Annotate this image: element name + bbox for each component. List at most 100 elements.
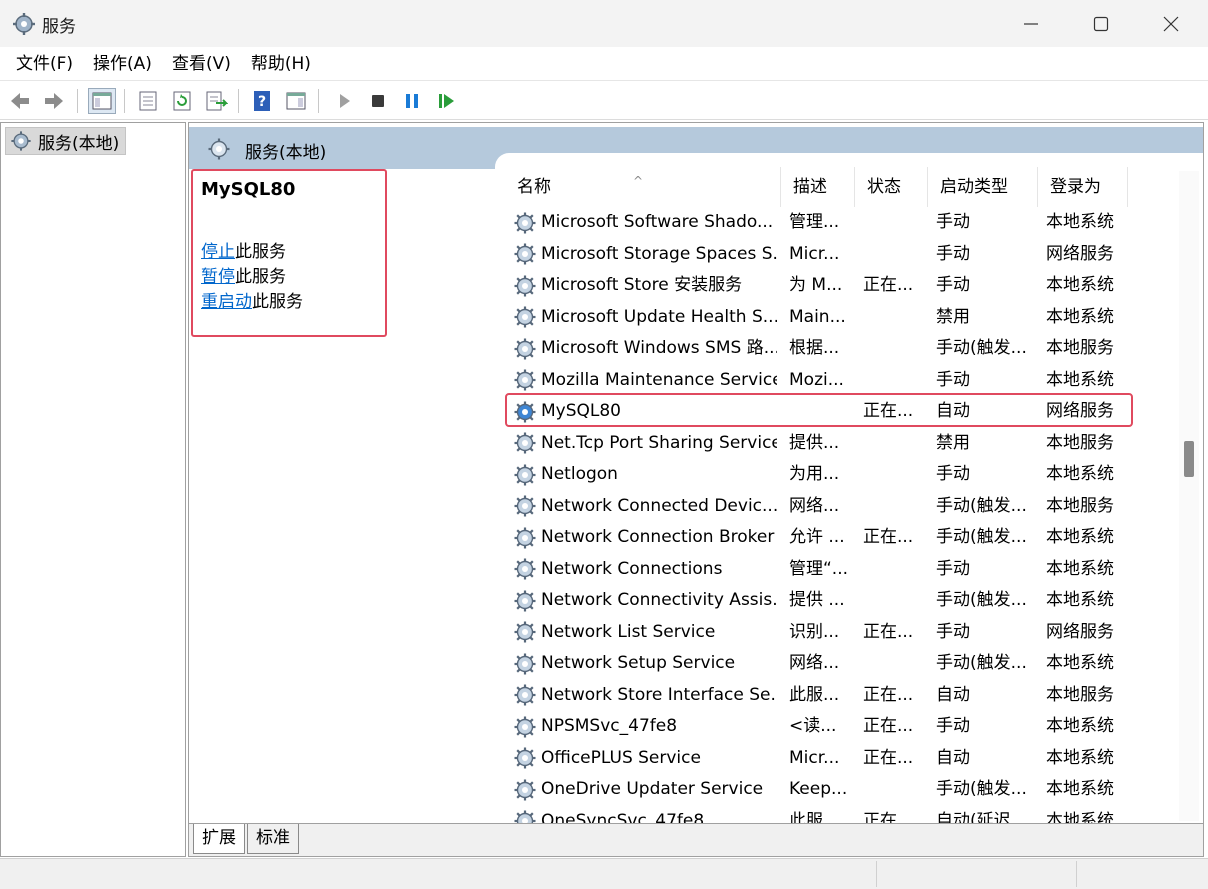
menu-file[interactable]: 文件(F)	[6, 49, 83, 79]
maximize-button[interactable]	[1066, 0, 1136, 47]
service-status: 正在...	[863, 401, 914, 421]
service-name-cell: Microsoft Store 安装服务	[513, 270, 777, 302]
column-header-status[interactable]: 状态	[855, 167, 928, 207]
service-name: Microsoft Update Health S...	[541, 306, 777, 327]
properties-button[interactable]	[134, 88, 162, 114]
service-name: Microsoft Windows SMS 路...	[541, 338, 777, 359]
service-log-on-as: 网络服务	[1046, 401, 1114, 421]
menu-bar: 文件(F) 操作(A) 查看(V) 帮助(H)	[0, 47, 1208, 81]
service-row[interactable]: Microsoft Software Shado... 管理... 手动 本地系统	[505, 207, 1171, 239]
tab-extended[interactable]: 扩展	[193, 824, 245, 854]
service-status	[863, 365, 925, 397]
tab-standard[interactable]: 标准	[247, 824, 299, 854]
menu-view[interactable]: 查看(V)	[162, 49, 241, 79]
service-name: OneSyncSvc_47fe8	[541, 810, 705, 823]
service-row[interactable]: OneSyncSvc_47fe8 此服... 正在... 自动(延迟... 本地系统	[505, 806, 1171, 824]
gear-icon	[514, 558, 536, 580]
close-button[interactable]	[1136, 0, 1206, 47]
service-row[interactable]: Network Setup Service 网络... 手动(触发... 本地系统	[505, 648, 1171, 680]
export-list-button[interactable]	[202, 88, 230, 114]
service-startup-type: 手动(触发...	[936, 495, 1027, 516]
stop-service-link[interactable]: 停止	[201, 242, 235, 262]
service-row[interactable]: Network Connectivity Assis... 提供 ... 手动(触发…	[505, 585, 1171, 617]
service-row[interactable]: Network Connections 管理“... 手动 本地系统	[505, 554, 1171, 586]
service-row[interactable]: NPSMSvc_47fe8 <读... 正在... 手动 本地系统	[505, 711, 1171, 743]
tree-item-services-local[interactable]: 服务(本地)	[5, 127, 127, 155]
start-service-button[interactable]	[330, 88, 358, 114]
service-row[interactable]: Net.Tcp Port Sharing Service 提供... 禁用 本地服务	[505, 428, 1171, 460]
menu-help[interactable]: 帮助(H)	[241, 49, 321, 79]
service-row[interactable]: Netlogon 为用... 手动 本地系统	[505, 459, 1171, 491]
service-row[interactable]: MySQL80 正在... 自动 网络服务	[505, 396, 1171, 428]
service-name-cell: OneDrive Updater Service	[513, 774, 777, 806]
restart-service-link[interactable]: 重启动	[201, 292, 252, 312]
service-row[interactable]: Microsoft Storage Spaces S... Micr... 手动 网络…	[505, 239, 1171, 271]
forward-button[interactable]	[40, 88, 68, 114]
gear-icon	[514, 653, 536, 675]
column-header-description[interactable]: 描述	[781, 167, 855, 207]
service-row[interactable]: Network Connected Devic... 网络... 手动(触发... 本…	[505, 491, 1171, 523]
service-status: 正在...	[863, 716, 914, 736]
column-header-log-on-as[interactable]: 登录为	[1038, 167, 1128, 207]
service-row[interactable]: Microsoft Update Health S... Main... 禁用 本地系…	[505, 302, 1171, 334]
show-action-pane-button[interactable]	[282, 88, 310, 114]
service-row[interactable]: OfficePLUS Service Micr... 正在... 自动 本地系统	[505, 743, 1171, 775]
service-row[interactable]: OneDrive Updater Service Keep... 手动(触发... 本…	[505, 774, 1171, 806]
back-button[interactable]	[6, 88, 34, 114]
pane-header-title: 服务(本地)	[245, 143, 327, 163]
details-pane: 服务(本地) MySQL80 停止此服务 暂停此服务 重启动此服务 ^ 名称 描…	[188, 122, 1204, 857]
service-log-on-as: 本地系统	[1046, 212, 1114, 232]
service-status: 正在...	[863, 747, 914, 768]
service-startup-type: 手动(触发...	[936, 653, 1027, 673]
column-header-startup-type[interactable]: 启动类型	[928, 167, 1038, 207]
service-log-on-as: 本地系统	[1046, 369, 1114, 390]
service-row[interactable]: Network Store Interface Se... 此服... 正在... 自…	[505, 680, 1171, 712]
gear-icon	[514, 747, 536, 769]
service-name: OneDrive Updater Service	[541, 779, 764, 800]
service-status	[863, 648, 925, 680]
service-description: 管理...	[789, 212, 840, 232]
service-row[interactable]: Network Connection Broker 允许 ... 正在... 手动(触…	[505, 522, 1171, 554]
service-row[interactable]: Microsoft Store 安装服务 为 M... 正在... 手动 本地系统	[505, 270, 1171, 302]
minimize-icon	[1024, 22, 1038, 25]
service-log-on-as: 本地系统	[1046, 810, 1114, 824]
console-tree-pane: 服务(本地)	[0, 122, 186, 857]
service-description: Micr...	[789, 747, 840, 768]
show-hide-tree-button[interactable]	[88, 88, 116, 114]
restart-service-button[interactable]	[432, 88, 460, 114]
stop-service-button[interactable]	[364, 88, 392, 114]
gear-icon	[514, 401, 536, 423]
tree-item-label: 服务(本地)	[38, 133, 120, 154]
service-startup-type: 自动	[936, 747, 970, 768]
selected-service-name: MySQL80	[201, 179, 296, 200]
column-header-name[interactable]: ^ 名称	[505, 167, 781, 207]
gear-icon	[514, 810, 536, 823]
service-name-cell: Net.Tcp Port Sharing Service	[513, 428, 777, 460]
service-row[interactable]: Mozilla Maintenance Service Mozi... 手动 本地系统	[505, 365, 1171, 397]
menu-action[interactable]: 操作(A)	[83, 49, 162, 79]
help-icon: ?	[254, 91, 270, 111]
properties-icon	[139, 91, 157, 111]
service-startup-type: 禁用	[936, 306, 970, 327]
help-button[interactable]: ?	[248, 88, 276, 114]
refresh-icon	[173, 91, 191, 111]
minimize-button[interactable]	[996, 0, 1066, 47]
service-startup-type: 手动	[936, 275, 970, 295]
service-description: <读...	[789, 716, 837, 736]
stop-action: 停止此服务	[201, 237, 286, 262]
service-status	[863, 585, 925, 617]
pause-service-button[interactable]	[398, 88, 426, 114]
gear-icon	[514, 338, 536, 360]
scrollbar-thumb[interactable]	[1184, 441, 1194, 477]
service-description: 根据...	[789, 338, 840, 358]
service-description: Micr...	[789, 243, 840, 264]
service-description: Keep...	[789, 779, 848, 799]
service-log-on-as: 本地系统	[1046, 747, 1114, 768]
service-status	[863, 207, 925, 239]
service-name: OfficePLUS Service	[541, 747, 701, 768]
pause-service-link[interactable]: 暂停	[201, 267, 235, 287]
service-row[interactable]: Microsoft Windows SMS 路... 根据... 手动(触发... 本…	[505, 333, 1171, 365]
service-row[interactable]: Network List Service 识别... 正在... 手动 网络服务	[505, 617, 1171, 649]
vertical-scrollbar[interactable]	[1179, 171, 1199, 821]
refresh-button[interactable]	[168, 88, 196, 114]
